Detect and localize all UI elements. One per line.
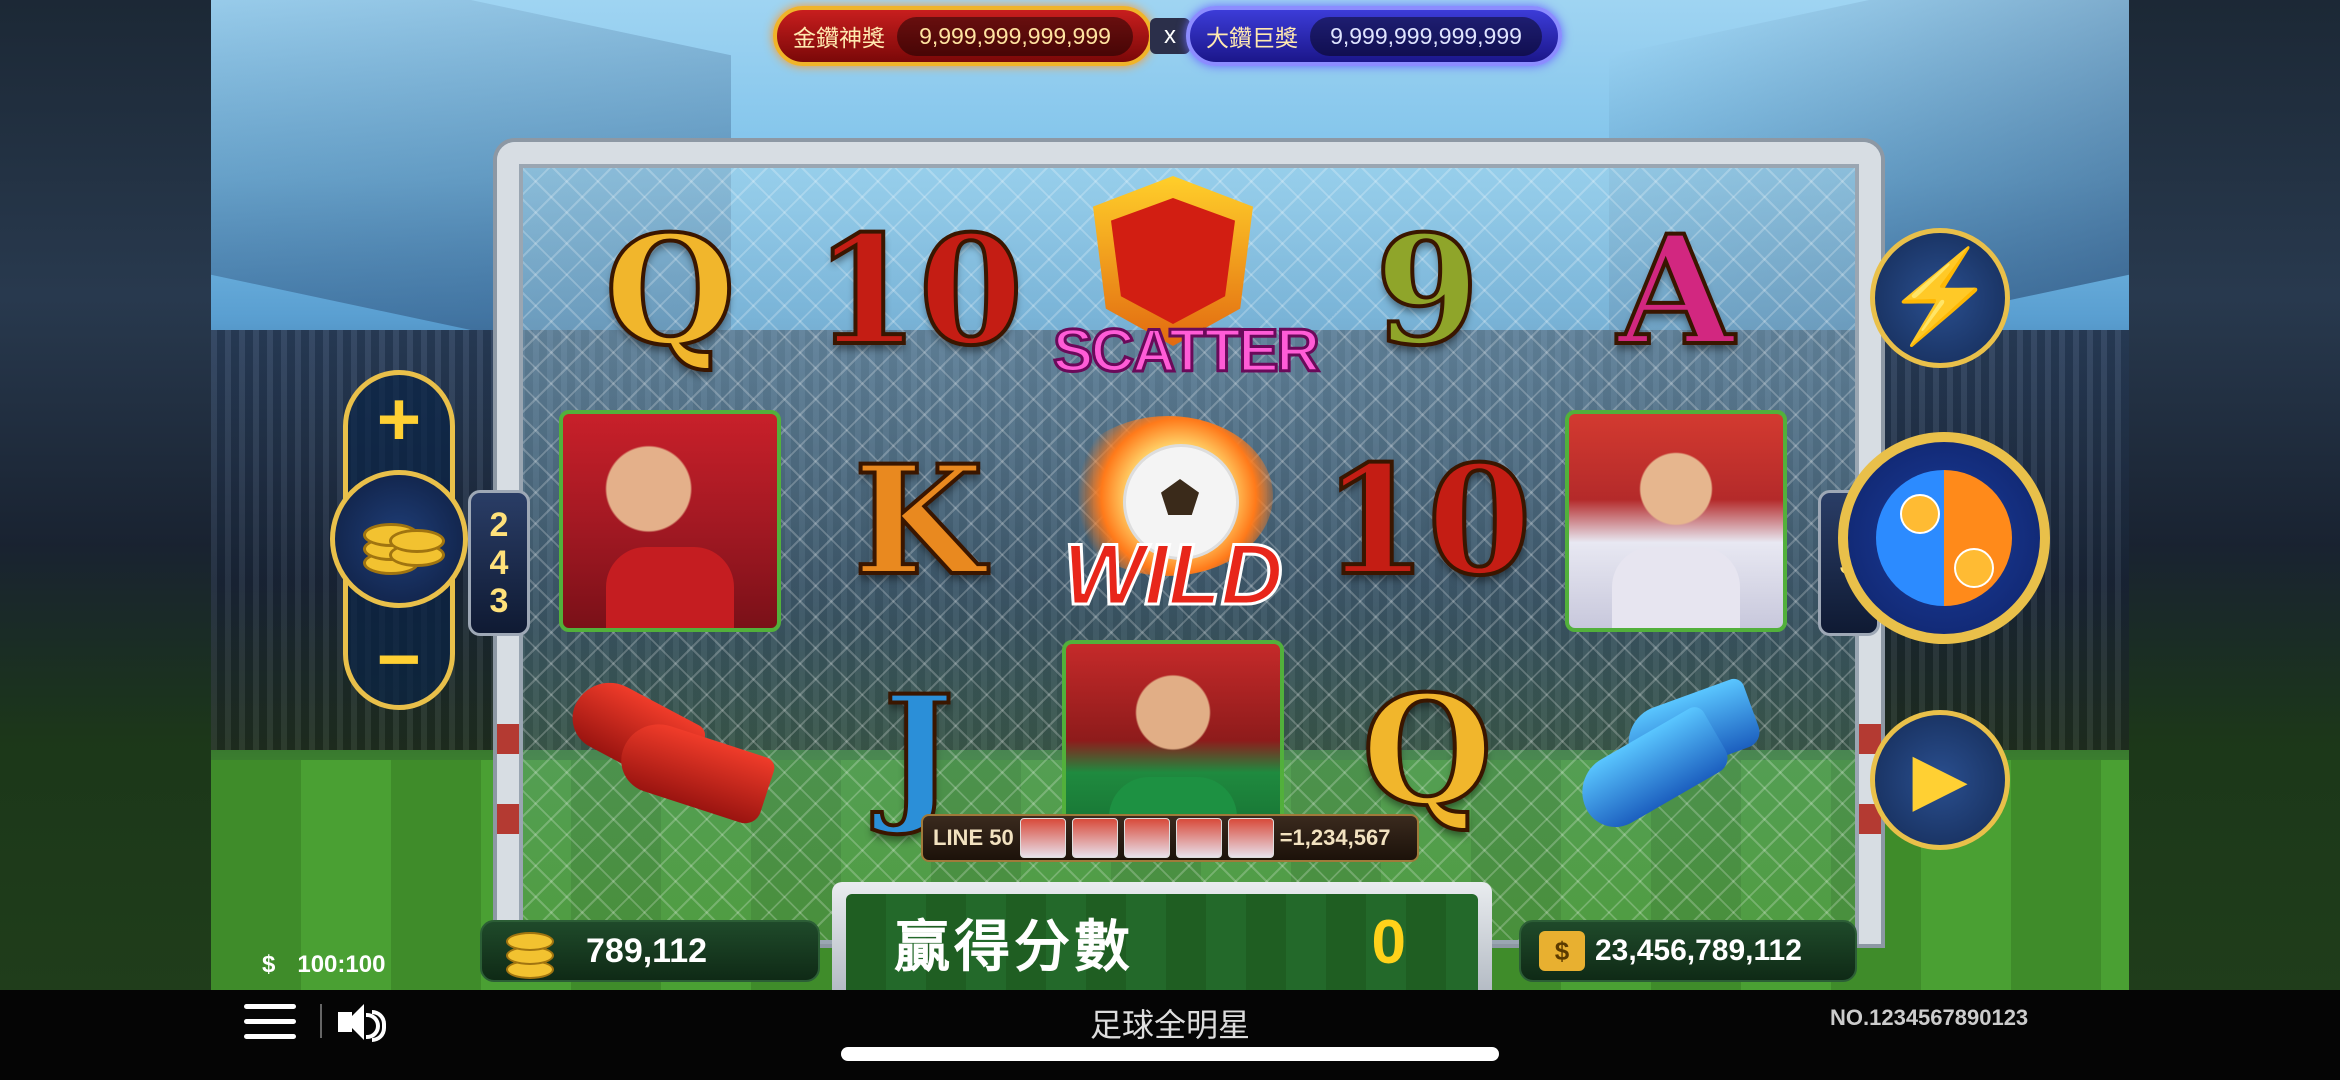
coin-bet-button[interactable]	[330, 470, 468, 608]
jackpot-blue: 大鑽巨獎 9,999,999,999,999	[1186, 6, 1562, 66]
coins-icon	[502, 926, 556, 979]
line-win-banner: LINE 50 =1,234,567	[921, 814, 1419, 862]
ways-digit: 4	[489, 544, 509, 582]
jackpot-blue-value: 9,999,999,999,999	[1310, 16, 1542, 56]
mini-symbol	[1071, 818, 1118, 858]
mini-symbol	[1123, 818, 1170, 858]
reel-cell: A	[1552, 176, 1801, 406]
reel-grid: Q 10 SCATTER 9 A K WILD 10 J Q	[546, 176, 1800, 866]
home-indicator[interactable]	[841, 1047, 1499, 1061]
symbol-q: Q	[603, 203, 738, 379]
win-panel: 贏得分數 0	[832, 882, 1492, 990]
jackpot-separator: x	[1150, 18, 1190, 54]
symbol-blue-gloves	[1566, 675, 1786, 839]
line-payout: =1,234,567	[1279, 825, 1391, 850]
reel-cell: 10	[1303, 406, 1552, 636]
reel-cell: K	[795, 406, 1044, 636]
exchange-rate: $ 100:100	[262, 951, 385, 979]
symbol-player-red	[559, 410, 782, 632]
right-background	[2129, 0, 2340, 990]
reel-cell: 9	[1303, 176, 1552, 406]
rate-value: 100:100	[297, 951, 386, 978]
coins-icon	[363, 505, 445, 575]
bet-panel: 789,112	[480, 920, 820, 982]
symbol-wild: WILD	[1043, 406, 1303, 636]
bet-minus-button[interactable]: −	[348, 622, 450, 698]
ways-indicator-left: 2 4 3	[468, 490, 530, 636]
reel-cell: WILD	[1043, 406, 1303, 636]
symbol-10: 10	[1321, 433, 1534, 609]
reel-cell	[1552, 406, 1801, 636]
jackpot-gold-value: 9,999,999,999,999	[897, 16, 1133, 56]
jackpot-blue-label: 大鑽巨獎	[1206, 25, 1298, 51]
reel-cell	[546, 636, 795, 866]
wild-label: WILD	[1062, 526, 1285, 625]
bet-value: 789,112	[586, 931, 708, 970]
left-background	[0, 0, 211, 990]
line-label: LINE 50	[933, 825, 1014, 850]
reel-cell	[546, 406, 795, 636]
lightning-icon: ⚡	[1883, 247, 1997, 347]
play-icon: ▶	[1912, 739, 1968, 819]
mini-symbol	[1019, 818, 1066, 858]
spin-button[interactable]	[1838, 432, 2050, 644]
soccer-ball-icon	[1900, 494, 1940, 534]
symbol-k: K	[852, 433, 986, 609]
symbol-j: J	[881, 663, 956, 839]
reel-cell	[1552, 636, 1801, 866]
reel-cell: Q	[546, 176, 795, 406]
symbol-red-boots	[560, 669, 780, 828]
symbol-10: 10	[812, 203, 1025, 379]
mini-symbol	[1227, 818, 1274, 858]
symbol-a: A	[1616, 203, 1736, 379]
reel-cell: SCATTER	[1043, 176, 1321, 406]
mini-symbol	[1175, 818, 1222, 858]
scatter-label: SCATTER	[1052, 316, 1322, 386]
jersey	[606, 546, 735, 628]
symbol-9: 9	[1373, 203, 1481, 379]
jackpot-gold: 金鑽神獎 9,999,999,999,999	[773, 6, 1153, 66]
bet-plus-button[interactable]: +	[348, 382, 450, 458]
jersey	[1611, 546, 1740, 628]
currency-symbol: $	[262, 951, 276, 978]
balance-value: 23,456,789,112	[1595, 934, 1802, 967]
ways-digit: 3	[489, 582, 509, 620]
autoplay-button[interactable]: ▶	[1870, 710, 2010, 850]
win-label: 贏得分數	[894, 914, 1134, 978]
ways-digit: 2	[489, 506, 509, 544]
post-stripe	[497, 724, 519, 754]
balance-panel: $ 23,456,789,112	[1519, 920, 1857, 982]
game-number: NO.1234567890123	[1830, 1005, 2029, 1030]
wallet-icon: $	[1539, 931, 1585, 971]
reel-cell: 10	[795, 176, 1044, 406]
post-stripe	[497, 804, 519, 834]
turbo-button[interactable]: ⚡	[1870, 228, 2010, 368]
jackpot-gold-label: 金鑽神獎	[793, 25, 885, 51]
symbol-player-white	[1564, 410, 1787, 632]
symbol-q: Q	[1360, 663, 1495, 839]
spin-icon	[1876, 470, 2012, 606]
symbol-scatter: SCATTER	[1052, 176, 1321, 406]
soccer-ball-icon	[1954, 548, 1994, 588]
win-value: 0	[1371, 907, 1406, 977]
